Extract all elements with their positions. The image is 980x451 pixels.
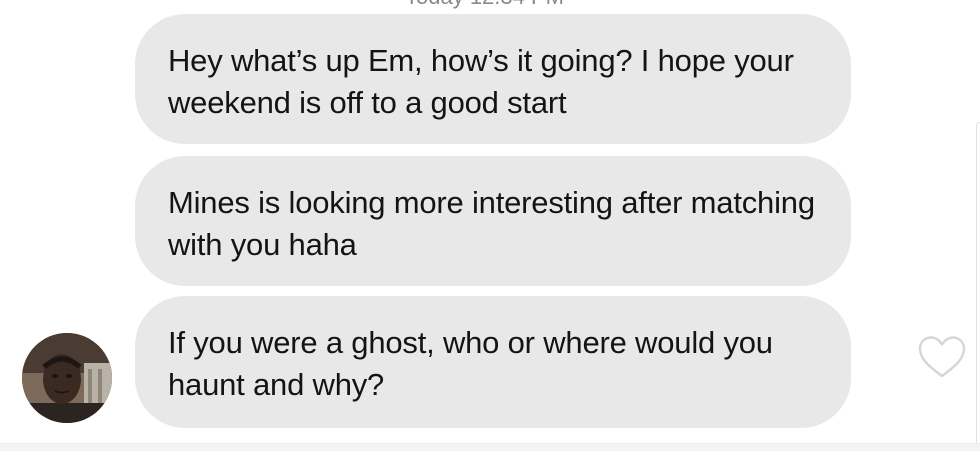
composer-bar-edge: [0, 443, 980, 451]
heart-outline-icon[interactable]: [917, 334, 967, 380]
message-text: Hey what’s up Em, how’s it going? I hope…: [168, 43, 794, 120]
message-bubble[interactable]: If you were a ghost, who or where would …: [135, 296, 851, 428]
message-bubble[interactable]: Hey what’s up Em, how’s it going? I hope…: [135, 14, 851, 144]
side-panel-edge: [976, 122, 980, 444]
timestamp-header: Today 12:34 PM: [405, 0, 564, 10]
message-text: If you were a ghost, who or where would …: [168, 325, 773, 402]
chat-thread: Today 12:34 PM Hey what’s up Em, how’s i…: [0, 0, 980, 451]
avatar-photo: [22, 333, 112, 423]
message-text: Mines is looking more interesting after …: [168, 185, 815, 262]
sender-avatar[interactable]: [22, 333, 112, 423]
message-bubble[interactable]: Mines is looking more interesting after …: [135, 156, 851, 286]
